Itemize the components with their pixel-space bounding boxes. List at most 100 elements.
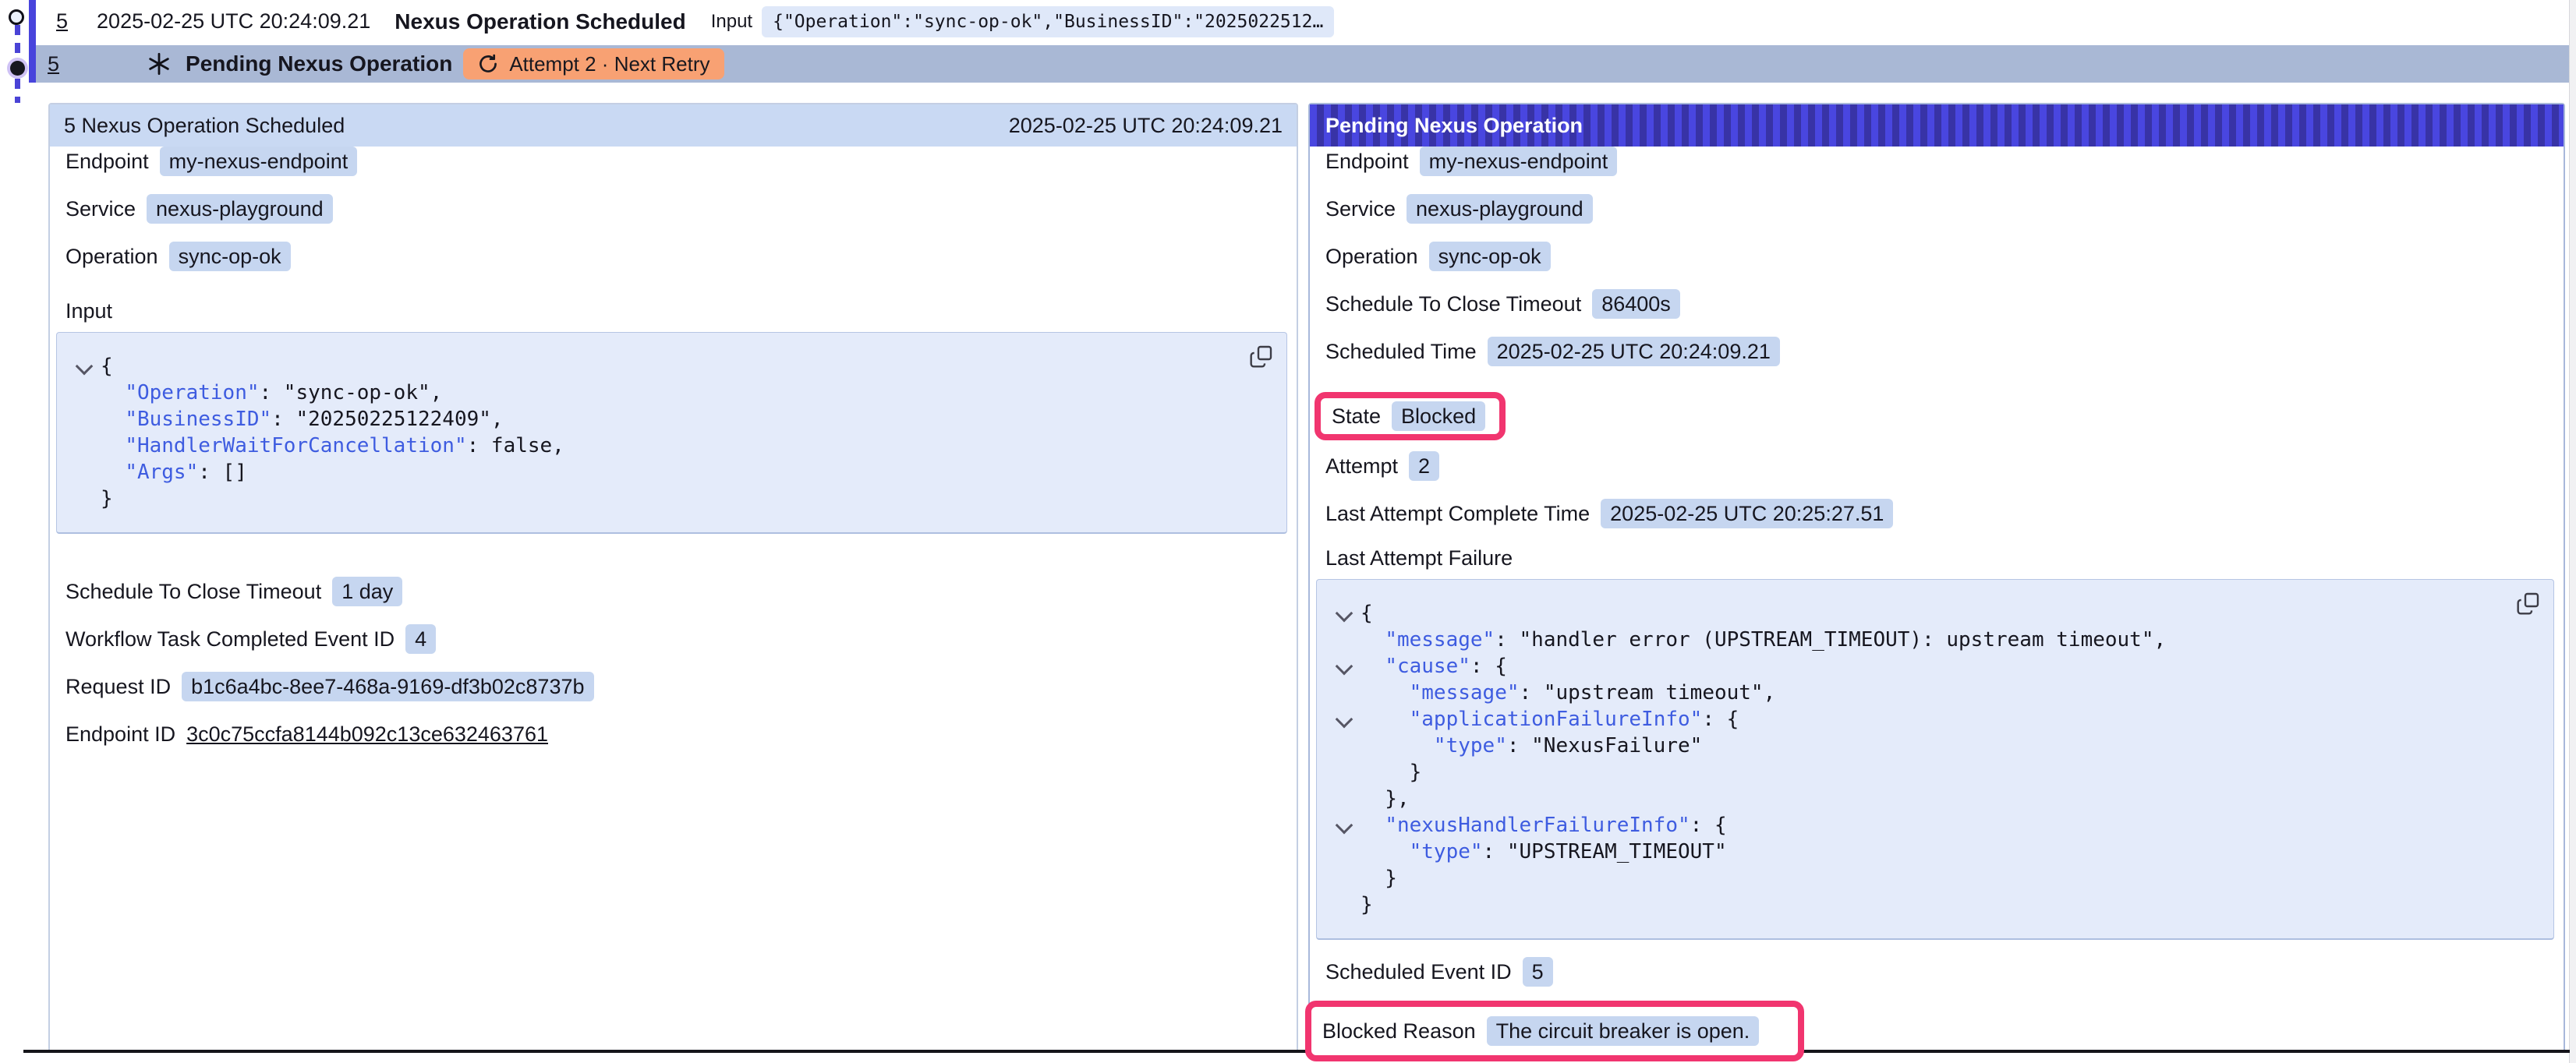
timeline-open-circle-icon: [9, 9, 24, 25]
field-request-id: Request ID b1c6a4bc-8ee7-468a-9169-df3b0…: [65, 672, 1297, 701]
field-attempt: Attempt 2: [1325, 451, 2564, 481]
field-value-chip: my-nexus-endpoint: [1420, 147, 1618, 176]
code-line: "BusinessID": "20250225122409",: [68, 406, 1271, 433]
collapse-chevron-icon[interactable]: [76, 358, 94, 376]
field-schedule-to-close-timeout: Schedule To Close Timeout 86400s: [1325, 289, 2564, 319]
field-label: Endpoint: [65, 150, 149, 174]
pending-operation-header-title: Pending Nexus Operation: [1325, 114, 1583, 138]
retry-status-badge: Attempt 2 · Next Retry: [463, 48, 724, 79]
code-line: "applicationFailureInfo": {: [1328, 706, 2538, 733]
code-line: "Args": []: [68, 459, 1271, 486]
field-state: State Blocked: [1332, 401, 1485, 431]
blocked-reason-highlight-annotation: Blocked Reason The circuit breaker is op…: [1305, 1001, 1804, 1061]
code-line: "nexusHandlerFailureInfo": {: [1328, 812, 2538, 839]
collapse-chevron-icon[interactable]: [1336, 817, 1353, 835]
field-label: Scheduled Event ID: [1325, 960, 1512, 984]
event-timestamp: 2025-02-25 UTC 20:24:09.21: [97, 9, 370, 34]
code-line: },: [1328, 786, 2538, 812]
field-label: Endpoint: [1325, 150, 1409, 174]
timeline-filled-dot-icon: [10, 61, 25, 76]
field-scheduled-event-id: Scheduled Event ID 5: [1325, 957, 2564, 987]
failure-json-viewer: { "message": "handler error (UPSTREAM_TI…: [1316, 579, 2554, 940]
code-line: "type": "NexusFailure": [1328, 733, 2538, 759]
code-line: "Operation": "sync-op-ok",: [68, 380, 1271, 406]
field-value-chip: nexus-playground: [147, 194, 333, 224]
field-endpoint: Endpoint my-nexus-endpoint: [1325, 147, 2564, 176]
event-history-screen: 5 2025-02-25 UTC 20:24:09.21 Nexus Opera…: [0, 0, 2576, 1063]
code-line: "cause": {: [1328, 653, 2538, 680]
retry-badge-label: Attempt 2 · Next Retry: [509, 52, 709, 76]
field-value-chip: b1c6a4bc-8ee7-468a-9169-df3b02c8737b: [182, 672, 593, 701]
field-label: Service: [1325, 197, 1396, 221]
field-service: Service nexus-playground: [1325, 194, 2564, 224]
collapse-chevron-icon[interactable]: [1336, 711, 1353, 729]
field-label: Operation: [1325, 245, 1418, 269]
field-last-attempt-complete-time: Last Attempt Complete Time 2025-02-25 UT…: [1325, 499, 2564, 528]
field-label: Last Attempt Complete Time: [1325, 502, 1590, 526]
field-value-chip: 5: [1523, 957, 1553, 987]
nexus-asterisk-icon: [147, 51, 172, 76]
event-id-link[interactable]: 5: [48, 52, 59, 76]
event-title: Nexus Operation Scheduled: [395, 9, 685, 34]
field-endpoint-id: Endpoint ID 3c0c75ccfa8144b092c13ce63246…: [65, 719, 1297, 749]
field-value-chip: 1 day: [332, 577, 402, 606]
event-input-preview-chip: {"Operation":"sync-op-ok","BusinessID":"…: [762, 6, 1334, 37]
code-line: "message": "upstream timeout",: [1328, 680, 2538, 706]
field-label: Endpoint ID: [65, 722, 175, 747]
selected-event-indicator-bar: [29, 0, 36, 83]
event-row-pending-selected[interactable]: 5 Pending Nexus Operation Attempt 2 · Ne…: [36, 45, 2571, 83]
pending-operation-header: Pending Nexus Operation: [1310, 104, 2564, 147]
code-line: }: [1328, 759, 2538, 786]
field-label: Workflow Task Completed Event ID: [65, 627, 395, 652]
collapse-chevron-icon[interactable]: [1336, 658, 1353, 676]
field-label: Attempt: [1325, 454, 1398, 479]
field-scheduled-time: Scheduled Time 2025-02-25 UTC 20:24:09.2…: [1325, 337, 2564, 366]
field-label: Scheduled Time: [1325, 340, 1477, 364]
field-value-chip: 86400s: [1592, 289, 1680, 319]
field-endpoint: Endpoint my-nexus-endpoint: [65, 147, 1297, 176]
blocked-reason-value-chip: The circuit breaker is open.: [1487, 1016, 1760, 1046]
field-service: Service nexus-playground: [65, 194, 1297, 224]
code-line: "message": "handler error (UPSTREAM_TIME…: [1328, 627, 2538, 653]
field-label: Service: [65, 197, 136, 221]
scrollbar-track[interactable]: [2569, 0, 2576, 1063]
pending-event-title: Pending Nexus Operation: [186, 51, 452, 76]
code-line: }: [68, 486, 1271, 512]
field-label: Schedule To Close Timeout: [1325, 292, 1581, 316]
field-blocked-reason: Blocked Reason The circuit breaker is op…: [1322, 1016, 1759, 1046]
retry-icon: [477, 53, 499, 75]
input-json-viewer: { "Operation": "sync-op-ok", "BusinessID…: [56, 332, 1287, 534]
container-bottom-border: [23, 1050, 2570, 1053]
collapse-chevron-icon[interactable]: [1336, 605, 1353, 623]
field-operation: Operation sync-op-ok: [1325, 242, 2564, 271]
field-label: Operation: [65, 245, 158, 269]
field-value-chip: 2025-02-25 UTC 20:25:27.51: [1601, 499, 1893, 528]
event-input-label: Input: [711, 11, 752, 33]
field-value-chip: 4: [405, 624, 436, 654]
event-row-scheduled[interactable]: 5 2025-02-25 UTC 20:24:09.21 Nexus Opera…: [36, 0, 2570, 43]
field-label: Blocked Reason: [1322, 1019, 1476, 1044]
code-line: "HandlerWaitForCancellation": false,: [68, 433, 1271, 459]
event-id-link[interactable]: 5: [56, 9, 68, 34]
field-value-chip: sync-op-ok: [169, 242, 291, 271]
pending-operation-panel: Pending Nexus Operation Endpoint my-nexu…: [1308, 103, 2565, 1051]
state-highlight-annotation: State Blocked: [1315, 392, 1506, 440]
field-label: Request ID: [65, 675, 171, 699]
last-attempt-failure-label: Last Attempt Failure: [1325, 546, 2564, 571]
field-label: State: [1332, 404, 1381, 429]
event-detail-header-title: 5 Nexus Operation Scheduled: [64, 114, 345, 138]
code-line: }: [1328, 892, 2538, 918]
copy-icon[interactable]: [2516, 591, 2541, 616]
code-line: "type": "UPSTREAM_TIMEOUT": [1328, 839, 2538, 865]
state-value-chip: Blocked: [1392, 401, 1485, 431]
code-line: {: [1328, 600, 2538, 627]
input-section-label: Input: [65, 299, 1297, 324]
field-operation: Operation sync-op-ok: [65, 242, 1297, 271]
copy-icon[interactable]: [1249, 344, 1274, 369]
event-detail-panel: 5 Nexus Operation Scheduled 2025-02-25 U…: [48, 103, 1298, 1051]
endpoint-id-link[interactable]: 3c0c75ccfa8144b092c13ce632463761: [186, 722, 548, 747]
event-detail-header: 5 Nexus Operation Scheduled 2025-02-25 U…: [50, 104, 1297, 147]
event-detail-header-time: 2025-02-25 UTC 20:24:09.21: [1009, 114, 1283, 138]
field-value-chip: my-nexus-endpoint: [160, 147, 358, 176]
field-value-chip: nexus-playground: [1407, 194, 1593, 224]
